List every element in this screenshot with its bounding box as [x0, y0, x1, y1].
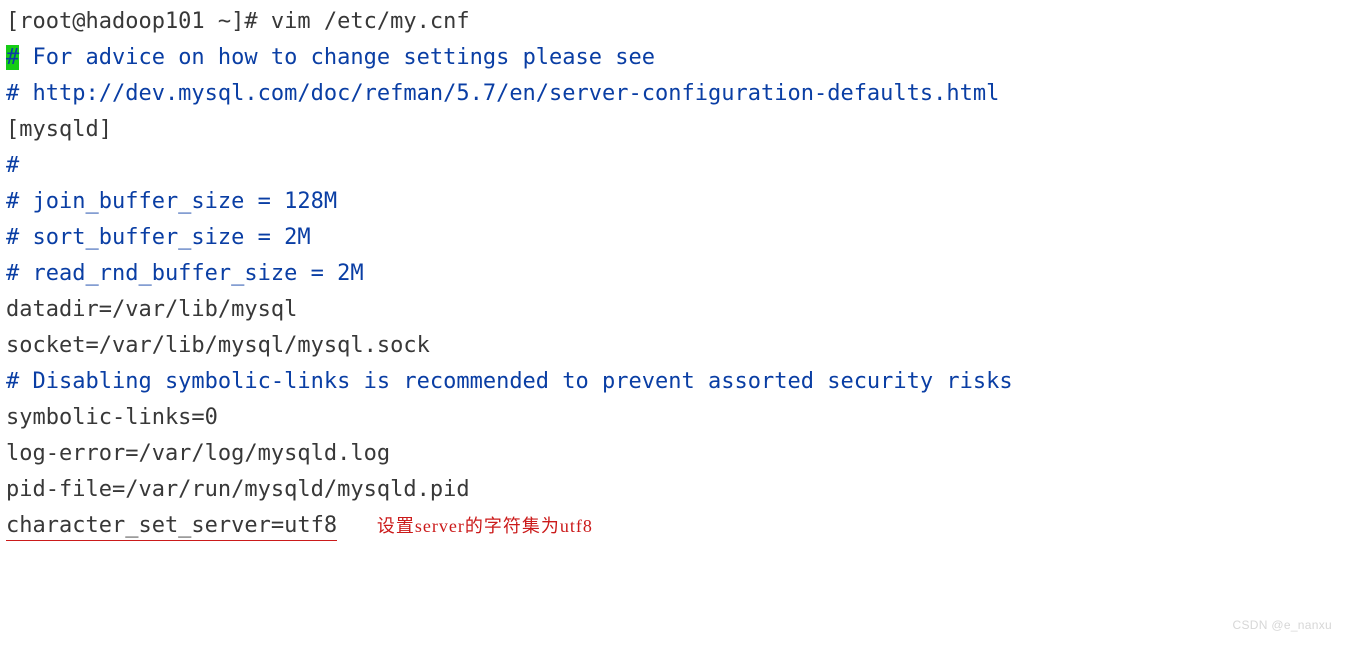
shell-command: vim /etc/my.cnf	[271, 9, 470, 34]
config-datadir: datadir=/var/lib/mysql	[6, 292, 1340, 328]
config-section-mysqld: [mysqld]	[6, 112, 1340, 148]
annotation-text: 设置server的字符集为utf8	[377, 516, 593, 536]
config-log-error: log-error=/var/log/mysqld.log	[6, 436, 1340, 472]
comment-text: For advice on how to change settings ple…	[19, 45, 655, 70]
comment-hash: #	[6, 148, 1340, 184]
comment-advice-1: # For advice on how to change settings p…	[6, 40, 1340, 76]
config-symbolic-links: symbolic-links=0	[6, 400, 1340, 436]
config-socket: socket=/var/lib/mysql/mysql.sock	[6, 328, 1340, 364]
config-pid-file: pid-file=/var/run/mysqld/mysqld.pid	[6, 472, 1340, 508]
comment-join-buffer: # join_buffer_size = 128M	[6, 184, 1340, 220]
csdn-watermark: CSDN @e_nanxu	[1233, 607, 1332, 643]
shell-prompt: [root@hadoop101 ~]#	[6, 9, 271, 34]
config-character-set-line: character_set_server=utf8 设置server的字符集为u…	[6, 508, 1340, 544]
comment-read-rnd-buffer: # read_rnd_buffer_size = 2M	[6, 256, 1340, 292]
comment-symbolic-links: # Disabling symbolic-links is recommende…	[6, 364, 1340, 400]
terminal-viewport[interactable]: [root@hadoop101 ~]# vim /etc/my.cnf # Fo…	[0, 0, 1346, 548]
vim-cursor: #	[6, 45, 19, 70]
comment-sort-buffer: # sort_buffer_size = 2M	[6, 220, 1340, 256]
config-character-set: character_set_server=utf8	[6, 513, 337, 541]
comment-advice-2: # http://dev.mysql.com/doc/refman/5.7/en…	[6, 76, 1340, 112]
shell-prompt-line: [root@hadoop101 ~]# vim /etc/my.cnf	[6, 4, 1340, 40]
